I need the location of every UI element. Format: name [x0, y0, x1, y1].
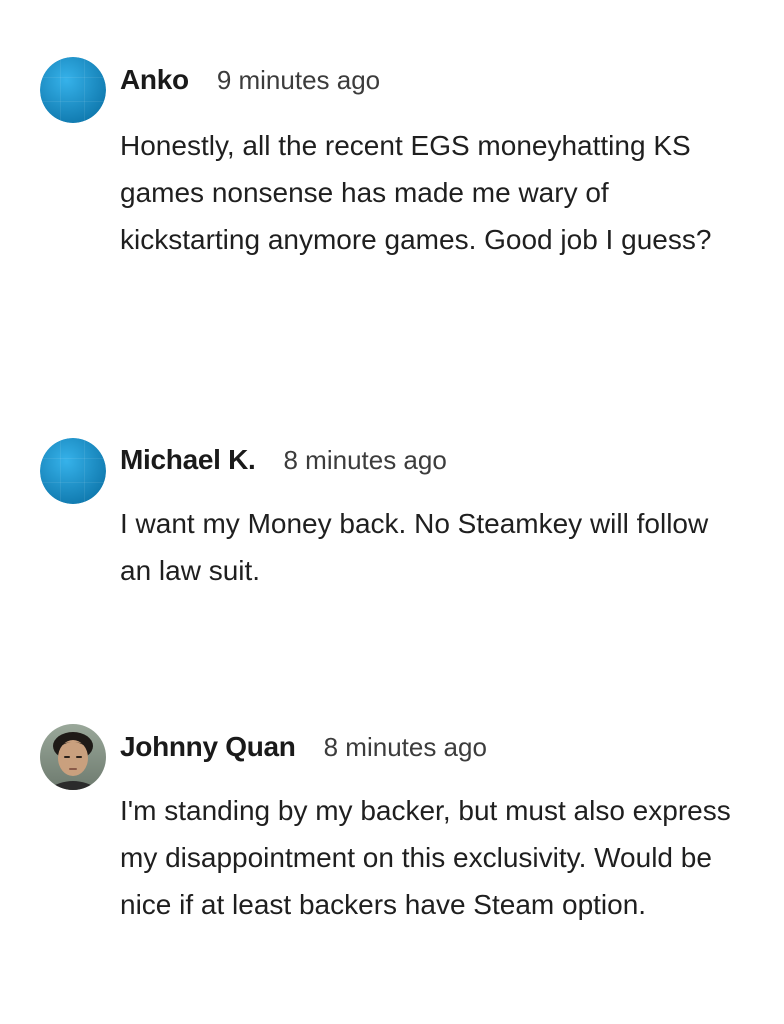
author-name[interactable]: Johnny Quan — [120, 731, 296, 763]
comment-text: I'm standing by my backer, but must also… — [120, 795, 731, 920]
avatar[interactable] — [40, 724, 106, 790]
comment-header: Michael K. 8 minutes ago — [120, 444, 447, 484]
author-name[interactable]: Anko — [120, 64, 189, 96]
comment-text: I want my Money back. No Steamkey will f… — [120, 508, 709, 586]
photo-avatar-icon — [40, 724, 106, 790]
comment-header: Anko 9 minutes ago — [120, 64, 380, 104]
timestamp[interactable]: 9 minutes ago — [217, 65, 380, 96]
timestamp[interactable]: 8 minutes ago — [283, 445, 446, 476]
comment-header: Johnny Quan 8 minutes ago — [120, 731, 487, 771]
author-name[interactable]: Michael K. — [120, 444, 256, 476]
avatar[interactable] — [40, 438, 106, 504]
avatar[interactable] — [40, 57, 106, 123]
blue-circle-avatar-icon — [40, 438, 106, 504]
comment-text: Honestly, all the recent EGS moneyhattin… — [120, 130, 712, 255]
blue-circle-avatar-icon — [40, 57, 106, 123]
timestamp[interactable]: 8 minutes ago — [324, 732, 487, 763]
